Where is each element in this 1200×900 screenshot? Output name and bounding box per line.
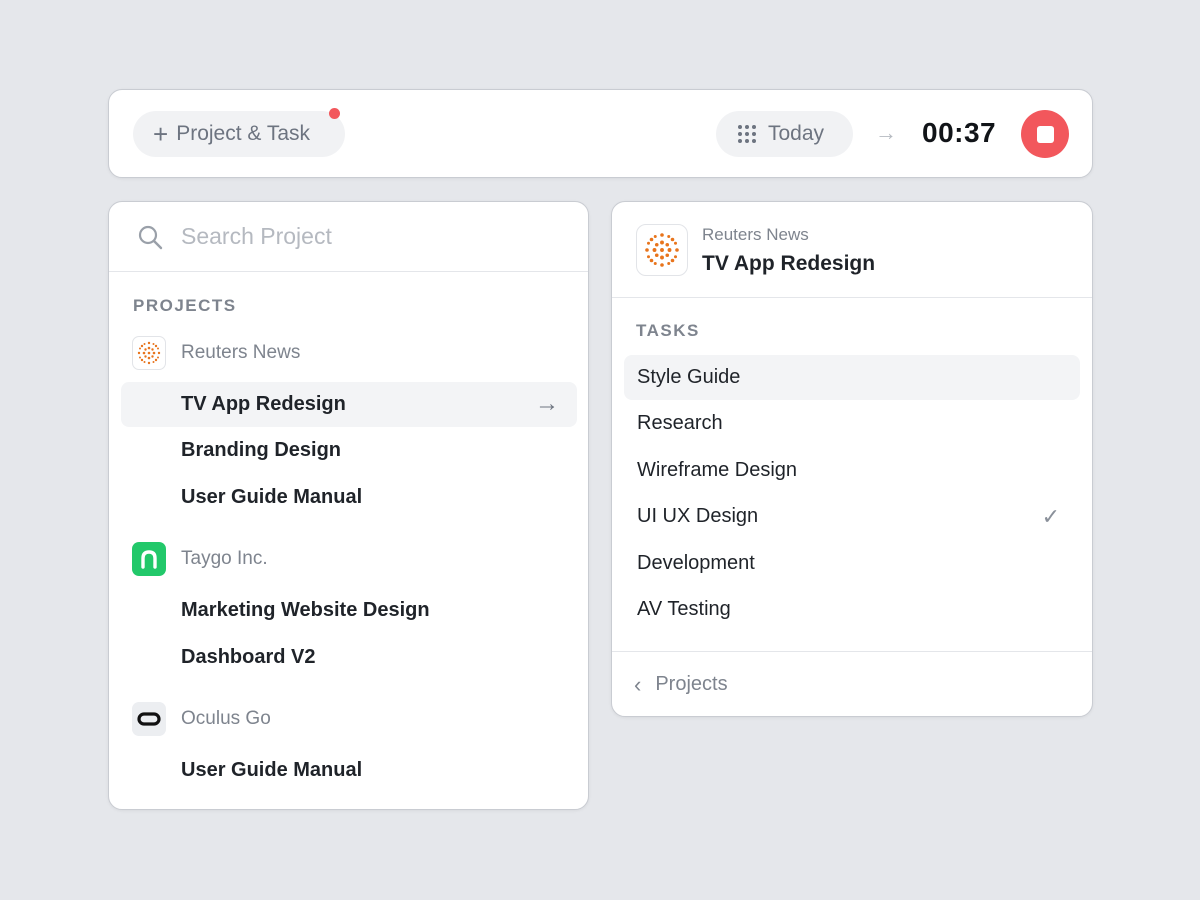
project-item-dashboard-v2[interactable]: Dashboard V2 — [121, 635, 577, 680]
task-item-label: Research — [637, 412, 723, 434]
chevron-left-icon: ‹ — [634, 671, 642, 697]
client-header-oculus: Oculus Go — [132, 702, 271, 736]
arrow-right-icon: → — [535, 390, 559, 417]
projects-section-title: PROJECTS — [133, 296, 237, 315]
task-item-label: AV Testing — [637, 598, 731, 620]
client-header-reuters: Reuters News — [132, 336, 300, 370]
stop-button[interactable] — [1021, 110, 1069, 158]
arrow-right-icon: → — [875, 120, 897, 145]
task-item-style-guide[interactable]: Style Guide — [624, 355, 1080, 400]
reuters-logo-icon — [132, 336, 166, 370]
project-task-label: Project & Task — [176, 122, 311, 145]
selected-project-header: Reuters News TV App Redesign — [612, 202, 1092, 298]
today-label: Today — [768, 122, 825, 145]
task-item-label: Wireframe Design — [637, 459, 798, 481]
search-input[interactable] — [181, 223, 561, 250]
project-item-label: TV App Redesign — [181, 393, 346, 415]
project-item-tv-app-redesign[interactable]: TV App Redesign → — [121, 382, 577, 427]
client-name: Reuters News — [702, 225, 809, 244]
task-item-ui-ux-design[interactable]: UI UX Design ✓ — [624, 494, 1080, 539]
client-name: Oculus Go — [181, 708, 271, 729]
back-to-projects-button[interactable]: ‹ Projects — [612, 651, 1092, 717]
grid-dots-icon — [738, 125, 756, 143]
project-item-user-guide-manual-oculus[interactable]: User Guide Manual — [121, 748, 577, 793]
date-selector-button[interactable]: Today — [716, 111, 853, 157]
search-icon — [138, 225, 163, 249]
project-item-label: Dashboard V2 — [181, 646, 316, 668]
back-label: Projects — [655, 673, 728, 695]
client-name: Taygo Inc. — [181, 548, 268, 569]
client-name: Reuters News — [181, 342, 301, 363]
oculus-logo-icon — [132, 702, 166, 736]
project-item-marketing-website-design[interactable]: Marketing Website Design — [121, 588, 577, 633]
task-item-research[interactable]: Research — [624, 401, 1080, 446]
project-item-user-guide-manual[interactable]: User Guide Manual — [121, 475, 577, 520]
projects-panel: PROJECTS Reuters News TV App Redesign → … — [108, 201, 589, 810]
stop-icon — [1036, 125, 1054, 143]
project-item-branding-design[interactable]: Branding Design — [121, 428, 577, 473]
timer-bar: + Project & Task Today → 00:37 — [108, 89, 1093, 178]
tasks-section-title: TASKS — [636, 321, 700, 340]
checkmark-icon: ✓ — [1041, 504, 1060, 529]
plus-icon: + — [153, 119, 169, 149]
client-header-taygo: Taygo Inc. — [132, 542, 268, 576]
reuters-logo-icon — [636, 224, 688, 276]
task-item-av-testing[interactable]: AV Testing — [624, 587, 1080, 632]
task-item-label: Development — [637, 552, 755, 574]
project-item-label: User Guide Manual — [181, 759, 363, 781]
tasks-panel: Reuters News TV App Redesign TASKS Style… — [611, 201, 1093, 717]
timer-display: 00:37 — [922, 117, 997, 148]
notification-dot — [329, 108, 340, 119]
project-item-label: Marketing Website Design — [181, 599, 430, 621]
project-item-label: Branding Design — [181, 439, 342, 461]
taygo-logo-icon — [132, 542, 166, 576]
task-item-label: UI UX Design — [637, 505, 759, 527]
project-task-button[interactable]: + Project & Task — [133, 111, 345, 157]
project-name: TV App Redesign — [702, 252, 876, 275]
project-item-label: User Guide Manual — [181, 486, 363, 508]
task-item-development[interactable]: Development — [624, 541, 1080, 586]
task-item-label: Style Guide — [637, 366, 741, 388]
task-item-wireframe-design[interactable]: Wireframe Design — [624, 448, 1080, 493]
search-bar — [109, 202, 588, 272]
